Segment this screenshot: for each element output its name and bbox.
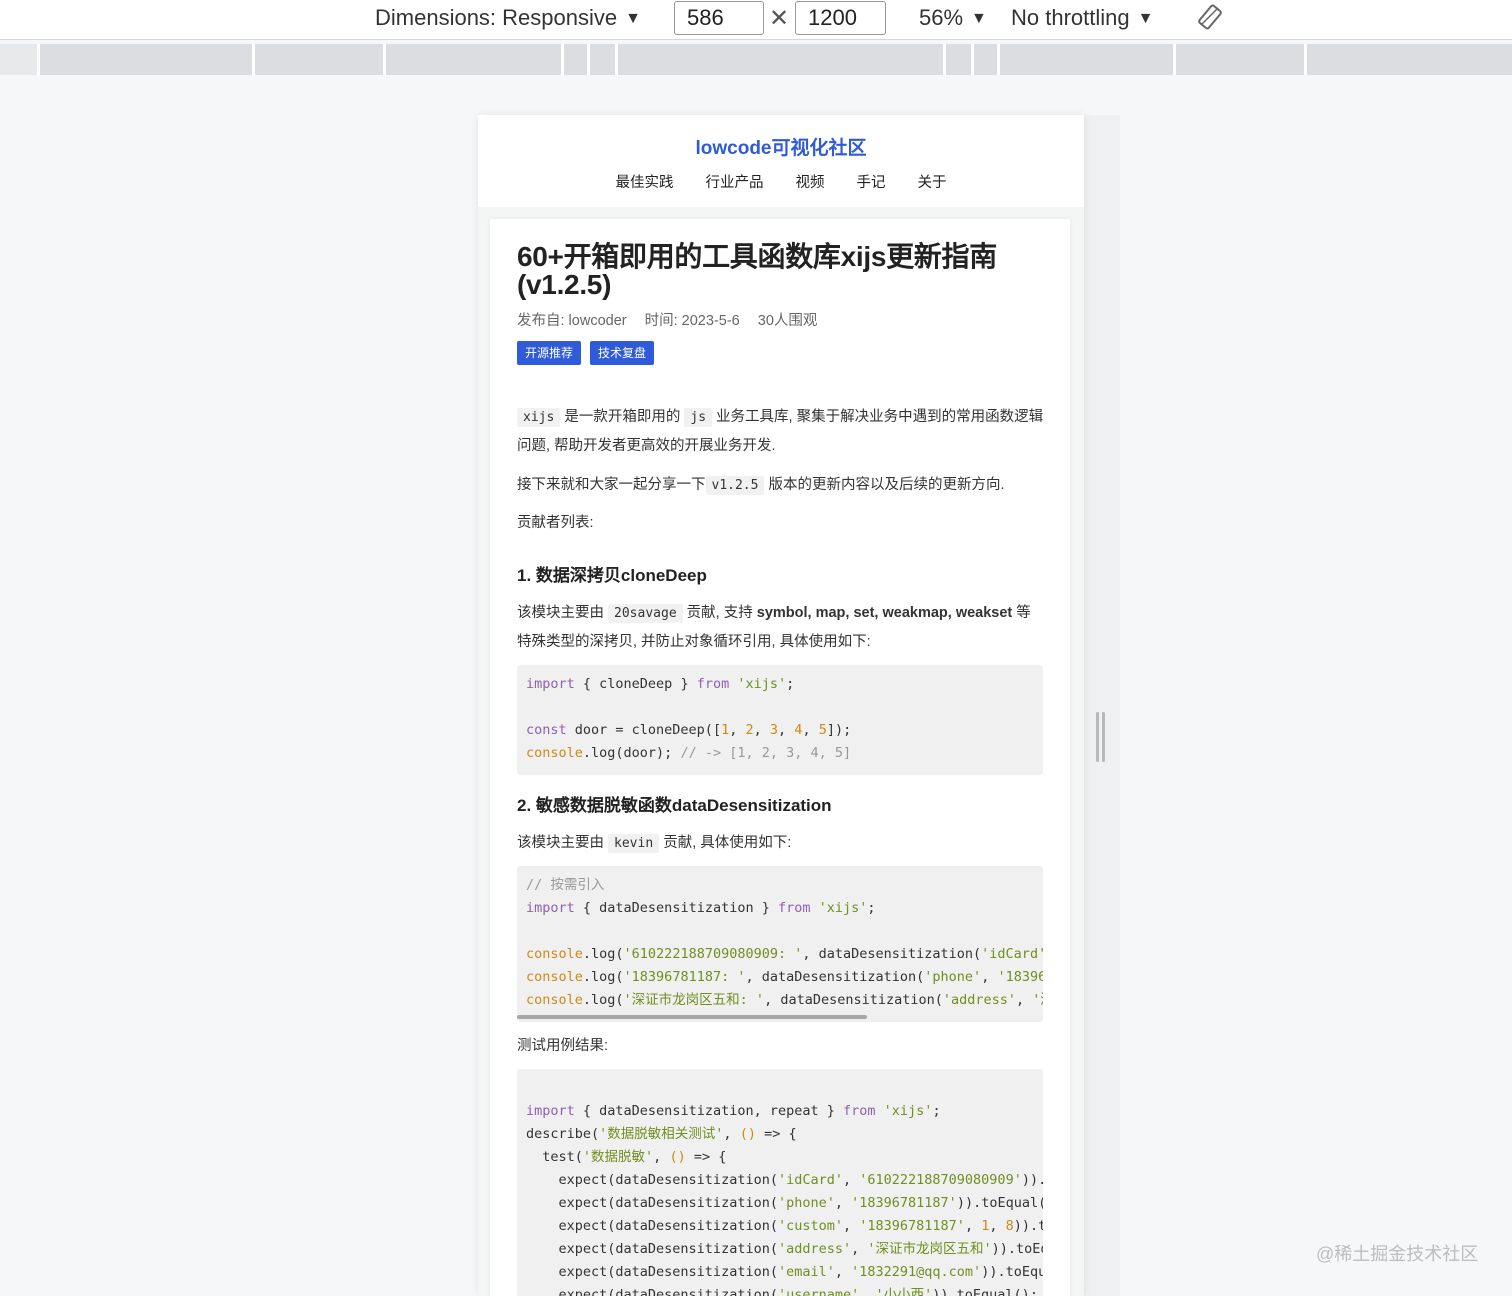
code-block-desensitization: // 按需引入 import { dataDesensitization } f…: [517, 866, 1043, 1022]
nav-item-notes[interactable]: 手记: [857, 171, 886, 192]
text: 贡献, 具体使用如下:: [659, 835, 792, 851]
intro-paragraph: xijs 是一款开箱即用的 js 业务工具库, 聚集于解决业务中遇到的常用函数逻…: [517, 403, 1045, 461]
tag-tech-review[interactable]: 技术复盘: [590, 341, 655, 365]
clonedeep-paragraph: 该模块主要由 20savage 贡献, 支持 symbol, map, set,…: [517, 599, 1045, 657]
media-query-segment[interactable]: [615, 44, 945, 75]
media-query-segment[interactable]: [252, 44, 385, 75]
dimensions-dropdown[interactable]: Dimensions: Responsive ▼: [375, 4, 641, 33]
rotate-icon[interactable]: [1196, 3, 1224, 31]
emulated-viewport: lowcode可视化社区 最佳实践 行业产品 视频 手记 关于 60+开箱即用的…: [478, 115, 1084, 1296]
test-results-label: 测试用例结果:: [517, 1038, 609, 1054]
media-query-segment[interactable]: [37, 44, 254, 75]
nav-item-video[interactable]: 视频: [796, 171, 825, 192]
bold-text: symbol, map, set, weakmap, weakset: [756, 605, 1013, 621]
text: 该模块主要由: [517, 835, 609, 851]
inline-code: 20savage: [608, 604, 683, 623]
inline-code: kevin: [608, 834, 660, 853]
code-block-tests: import { dataDesensitization, repeat } f…: [517, 1069, 1043, 1296]
throttling-dropdown[interactable]: No throttling ▼: [1011, 4, 1153, 33]
article-date: 时间: 2023-5-6: [644, 313, 740, 329]
zoom-dropdown[interactable]: 56% ▼: [919, 4, 987, 33]
article-title: 60+开箱即用的工具函数库xijs更新指南(v1.2.5): [517, 241, 997, 300]
media-query-segment[interactable]: [997, 44, 1175, 75]
media-query-segment[interactable]: [943, 44, 973, 75]
inline-code: js: [684, 408, 713, 427]
media-query-segment[interactable]: [383, 44, 563, 75]
device-toolbar: Dimensions: Responsive ▼ ✕ 56% ▼ No thrott…: [0, 0, 1512, 40]
text: 该模块主要由: [517, 605, 609, 621]
viewport-edge: [1084, 115, 1120, 1296]
nav-item-about[interactable]: 关于: [918, 171, 947, 192]
height-input[interactable]: [795, 1, 886, 35]
media-query-segment[interactable]: [1304, 44, 1512, 75]
media-query-segment[interactable]: [1173, 44, 1306, 75]
width-input[interactable]: [674, 1, 764, 35]
dimensions-label: Dimensions: Responsive: [375, 5, 618, 30]
article-author: 发布自: lowcoder: [517, 313, 627, 329]
chevron-down-icon: ▼: [625, 10, 641, 27]
contributors-label: 贡献者列表:: [517, 515, 594, 531]
text: 贡献, 支持: [682, 605, 757, 621]
times-icon: ✕: [769, 5, 790, 32]
article-meta: 发布自: lowcoder 时间: 2023-5-6 30人围观: [517, 309, 831, 330]
throttling-label: No throttling: [1011, 5, 1130, 30]
tag-open-source[interactable]: 开源推荐: [517, 341, 582, 365]
nav-item-industry-products[interactable]: 行业产品: [706, 171, 764, 192]
text: 是一款开箱即用的: [560, 409, 685, 425]
watermark: @稀土掘金技术社区: [1316, 1244, 1479, 1264]
horizontal-scrollbar[interactable]: [517, 1015, 867, 1019]
desensitization-paragraph: 该模块主要由 kevin 贡献, 具体使用如下:: [517, 829, 1045, 858]
article-card: 60+开箱即用的工具函数库xijs更新指南(v1.2.5) 发布自: lowco…: [490, 219, 1070, 1296]
text: 接下来就和大家一起分享一下: [517, 477, 706, 493]
chevron-down-icon: ▼: [971, 10, 987, 27]
article-views: 30人围观: [757, 313, 818, 329]
share-paragraph: 接下来就和大家一起分享一下 v1.2.5 版本的更新内容以及后续的更新方向.: [517, 471, 1045, 500]
code-block-clonedeep: import { cloneDeep } from 'xijs'; const …: [517, 665, 1043, 775]
resize-handle[interactable]: [1096, 712, 1106, 762]
site-header: lowcode可视化社区 最佳实践 行业产品 视频 手记 关于: [478, 115, 1084, 207]
section-heading-desensitization: 2. 敏感数据脱敏函数dataDesensitization: [517, 796, 832, 815]
media-query-bar: [0, 44, 1512, 75]
inline-code: v1.2.5: [705, 476, 765, 495]
zoom-label: 56%: [919, 5, 964, 30]
nav-item-best-practice[interactable]: 最佳实践: [616, 171, 674, 192]
media-query-segment[interactable]: [971, 44, 999, 75]
text: 版本的更新内容以及后续的更新方向.: [764, 477, 1005, 493]
chevron-down-icon: ▼: [1137, 10, 1154, 27]
media-query-segment[interactable]: [561, 44, 589, 75]
article-tags: 开源推荐 技术复盘: [517, 341, 655, 365]
site-nav: 最佳实践 行业产品 视频 手记 关于: [478, 171, 1084, 192]
section-heading-clonedeep: 1. 数据深拷贝cloneDeep: [517, 566, 707, 585]
media-query-segment[interactable]: [587, 44, 617, 75]
inline-code: xijs: [517, 408, 561, 427]
site-title[interactable]: lowcode可视化社区: [478, 133, 1084, 160]
